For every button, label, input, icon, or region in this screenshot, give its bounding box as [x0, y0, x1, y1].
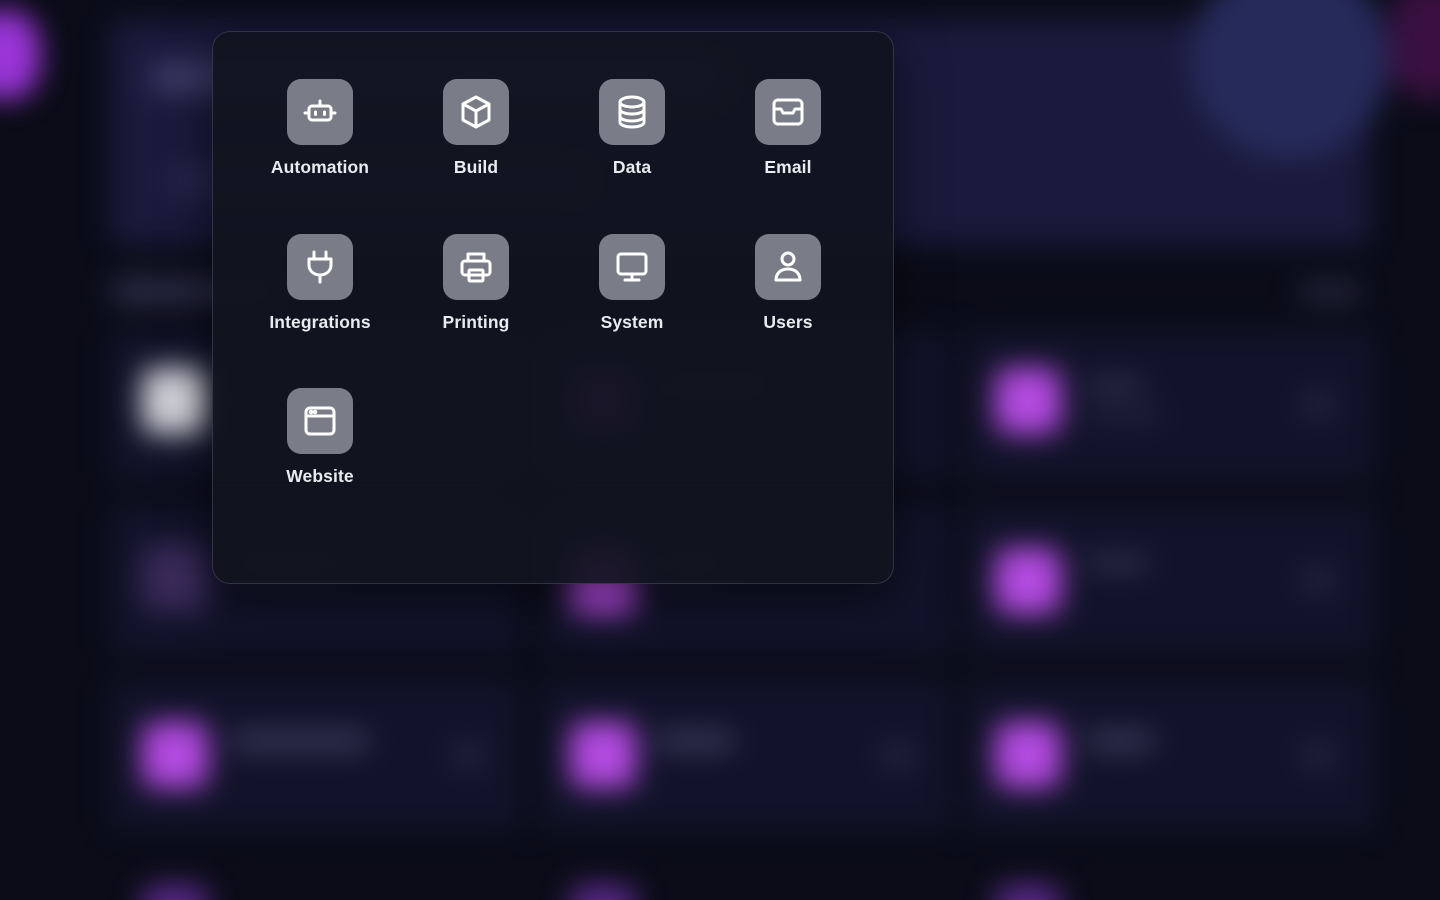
- app-label: Printing: [442, 312, 510, 332]
- bg-text-line: [1085, 732, 1155, 750]
- bg-avatar: [570, 722, 636, 788]
- robot-icon: [287, 79, 353, 145]
- bg-glow-right: [1390, 0, 1440, 100]
- user-icon: [755, 234, 821, 300]
- bg-card-action: [1300, 390, 1336, 420]
- bg-avatar: [995, 368, 1061, 434]
- app-label: Data: [612, 157, 652, 177]
- bg-text-line: [230, 732, 370, 750]
- bg-text-line: [1085, 410, 1165, 422]
- app-printing[interactable]: Printing: [401, 234, 551, 364]
- app-system[interactable]: System: [557, 234, 707, 364]
- bg-card-action: [450, 740, 486, 770]
- app-data[interactable]: Data: [557, 79, 707, 209]
- app-integrations[interactable]: Integrations: [245, 234, 395, 364]
- app-users[interactable]: Users: [713, 234, 863, 364]
- bg-avatar: [995, 722, 1061, 788]
- app-automation[interactable]: Automation: [245, 79, 395, 209]
- bg-avatar: [142, 368, 208, 434]
- bg-section-link: [1300, 284, 1360, 300]
- bg-text-line: [655, 732, 735, 750]
- bg-avatar: [142, 545, 208, 611]
- monitor-icon: [599, 234, 665, 300]
- bg-avatar: [142, 885, 208, 900]
- browser-window-icon: [287, 388, 353, 454]
- app-label: Users: [763, 312, 813, 332]
- bg-avatar: [995, 548, 1061, 614]
- app-label: Email: [764, 157, 812, 177]
- bg-text-line: [1085, 378, 1145, 394]
- app-website[interactable]: Website: [245, 388, 395, 518]
- app-label: System: [600, 312, 664, 332]
- app-build[interactable]: Build: [401, 79, 551, 209]
- bg-avatar: [995, 885, 1061, 900]
- bg-glow-left: [0, 10, 40, 100]
- inbox-icon: [755, 79, 821, 145]
- bg-avatar: [142, 722, 208, 788]
- bg-card-action: [1300, 740, 1336, 770]
- app-label: Website: [286, 466, 354, 486]
- app-launcher-panel: Automation Build Data Email Integrations…: [212, 31, 894, 584]
- database-icon: [599, 79, 665, 145]
- app-label: Integrations: [269, 312, 371, 332]
- box-icon: [443, 79, 509, 145]
- app-email[interactable]: Email: [713, 79, 863, 209]
- app-label: Build: [453, 157, 499, 177]
- bg-card-action: [880, 740, 916, 770]
- bg-card-action: [1300, 565, 1336, 595]
- printer-icon: [443, 234, 509, 300]
- bg-text-line: [1085, 555, 1150, 571]
- plug-icon: [287, 234, 353, 300]
- bg-avatar: [570, 885, 636, 900]
- app-label: Automation: [270, 157, 370, 177]
